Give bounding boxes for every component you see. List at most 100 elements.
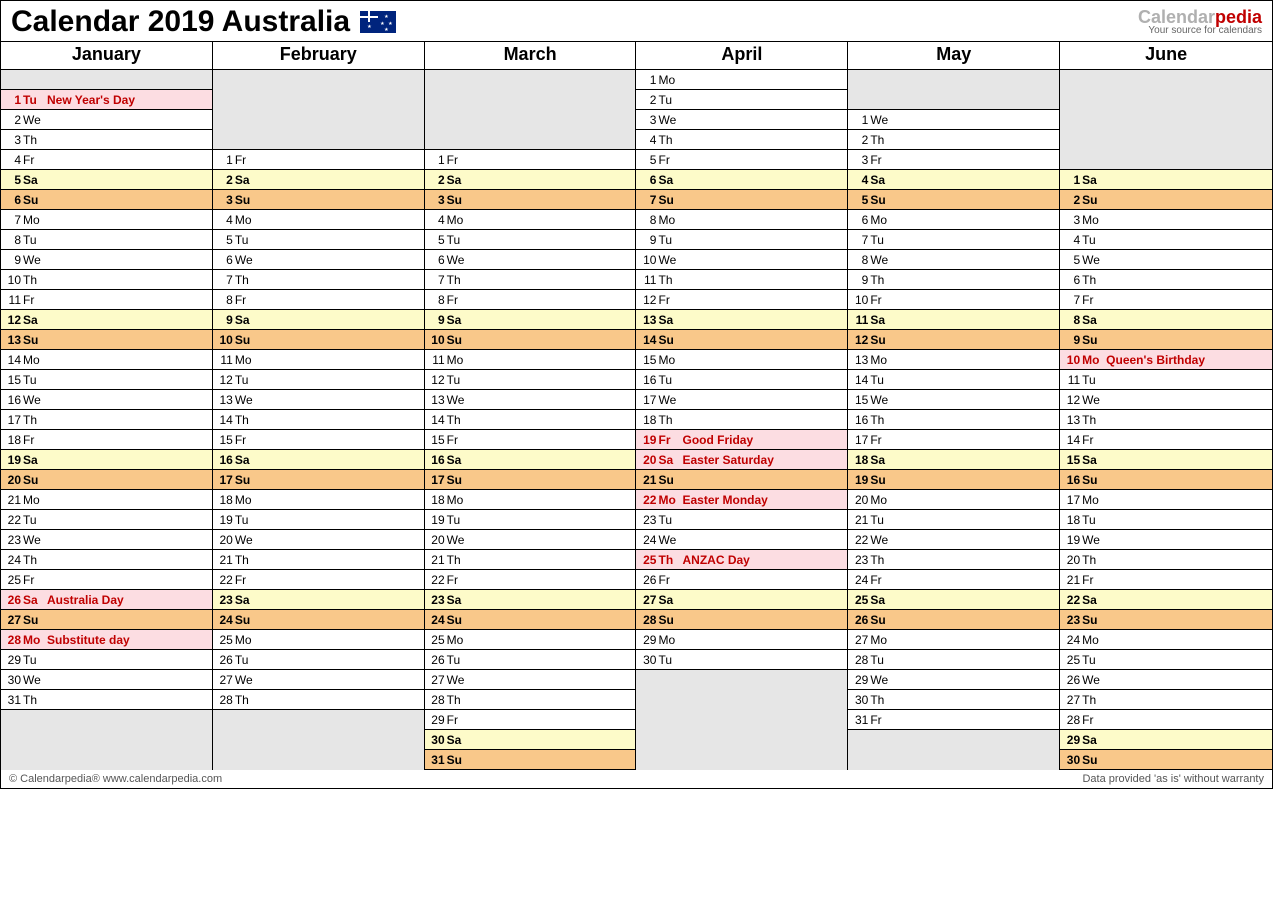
day-number: 28 xyxy=(217,693,235,707)
day-of-week: We xyxy=(658,533,682,547)
day-of-week: Sa xyxy=(870,173,894,187)
day-of-week: Sa xyxy=(235,173,259,187)
day-of-week: Su xyxy=(447,333,471,347)
day-of-week: Su xyxy=(870,333,894,347)
day-number: 3 xyxy=(217,193,235,207)
day-cell: 1Mo xyxy=(636,70,847,90)
day-cell: 29Mo xyxy=(636,630,847,650)
day-number: 12 xyxy=(852,333,870,347)
day-cell: 4Fr xyxy=(1,150,212,170)
day-number: 16 xyxy=(217,453,235,467)
day-cell: 6Sa xyxy=(636,170,847,190)
day-number: 31 xyxy=(5,693,23,707)
day-cell: 7Fr xyxy=(1060,290,1272,310)
day-number: 3 xyxy=(640,113,658,127)
day-number: 26 xyxy=(640,573,658,587)
day-of-week: Su xyxy=(23,333,47,347)
day-number: 12 xyxy=(5,313,23,327)
day-cell: 12Fr xyxy=(636,290,847,310)
day-number: 29 xyxy=(640,633,658,647)
day-number: 14 xyxy=(640,333,658,347)
day-of-week: We xyxy=(235,253,259,267)
day-cell: 4Mo xyxy=(213,210,424,230)
day-of-week: Mo xyxy=(658,353,682,367)
day-of-week: Fr xyxy=(235,153,259,167)
day-cell: 5Sa xyxy=(1,170,212,190)
day-cell: 16Sa xyxy=(213,450,424,470)
day-cell: 26Su xyxy=(848,610,1059,630)
day-cell: 9Th xyxy=(848,270,1059,290)
day-number: 5 xyxy=(1064,253,1082,267)
day-number: 1 xyxy=(852,113,870,127)
day-cell: 13Su xyxy=(1,330,212,350)
day-cell: 6We xyxy=(213,250,424,270)
day-number: 11 xyxy=(640,273,658,287)
day-number: 3 xyxy=(5,133,23,147)
day-number: 6 xyxy=(640,173,658,187)
day-cell: 30Su xyxy=(1060,750,1272,770)
day-number: 21 xyxy=(429,553,447,567)
day-of-week: Th xyxy=(23,693,47,707)
day-of-week: Sa xyxy=(870,593,894,607)
day-number: 19 xyxy=(5,453,23,467)
day-of-week: Fr xyxy=(658,153,682,167)
day-number: 22 xyxy=(852,533,870,547)
holiday-name: Queen's Birthday xyxy=(1106,353,1205,367)
day-number: 27 xyxy=(429,673,447,687)
day-of-week: We xyxy=(23,113,47,127)
day-number: 29 xyxy=(1064,733,1082,747)
day-cell: 13We xyxy=(213,390,424,410)
day-cell: 9We xyxy=(1,250,212,270)
day-cell: 12We xyxy=(1060,390,1272,410)
day-cell: 30We xyxy=(1,670,212,690)
day-number: 4 xyxy=(852,173,870,187)
day-number: 7 xyxy=(640,193,658,207)
day-cell: 7Tu xyxy=(848,230,1059,250)
day-of-week: Mo xyxy=(870,213,894,227)
day-cell: 7Th xyxy=(213,270,424,290)
day-cell: 19Tu xyxy=(425,510,636,530)
day-number: 4 xyxy=(640,133,658,147)
day-number: 19 xyxy=(429,513,447,527)
day-number: 6 xyxy=(1064,273,1082,287)
day-number: 22 xyxy=(217,573,235,587)
day-number: 3 xyxy=(1064,213,1082,227)
day-of-week: Su xyxy=(1082,613,1106,627)
day-of-week: Th xyxy=(1082,693,1106,707)
page-title: Calendar 2019 Australia xyxy=(11,5,350,39)
blank-cell xyxy=(425,110,636,130)
month-header: February xyxy=(213,42,425,70)
day-cell: 9Sa xyxy=(425,310,636,330)
day-number: 1 xyxy=(5,93,23,107)
day-cell: 11Tu xyxy=(1060,370,1272,390)
day-number: 28 xyxy=(5,633,23,647)
day-cell: 18Fr xyxy=(1,430,212,450)
day-of-week: Mo xyxy=(23,353,47,367)
day-number: 11 xyxy=(429,353,447,367)
day-number: 10 xyxy=(1064,353,1082,367)
day-cell: 26Fr xyxy=(636,570,847,590)
day-cell: 21Th xyxy=(213,550,424,570)
day-number: 9 xyxy=(640,233,658,247)
day-of-week: Fr xyxy=(235,573,259,587)
day-number: 1 xyxy=(429,153,447,167)
day-cell: 8We xyxy=(848,250,1059,270)
day-number: 31 xyxy=(852,713,870,727)
day-of-week: Tu xyxy=(447,653,471,667)
day-cell: 3Th xyxy=(1,130,212,150)
day-of-week: Su xyxy=(447,753,471,767)
day-cell: 29Fr xyxy=(425,710,636,730)
day-of-week: Su xyxy=(658,613,682,627)
brand-part1: Calendar xyxy=(1138,7,1215,27)
day-number: 20 xyxy=(640,453,658,467)
day-cell: 16Tu xyxy=(636,370,847,390)
day-number: 13 xyxy=(429,393,447,407)
day-of-week: Su xyxy=(235,473,259,487)
day-cell: 5Tu xyxy=(213,230,424,250)
day-number: 10 xyxy=(852,293,870,307)
day-number: 7 xyxy=(852,233,870,247)
day-cell: 19Tu xyxy=(213,510,424,530)
day-cell: 22Tu xyxy=(1,510,212,530)
day-number: 12 xyxy=(1064,393,1082,407)
day-number: 15 xyxy=(429,433,447,447)
